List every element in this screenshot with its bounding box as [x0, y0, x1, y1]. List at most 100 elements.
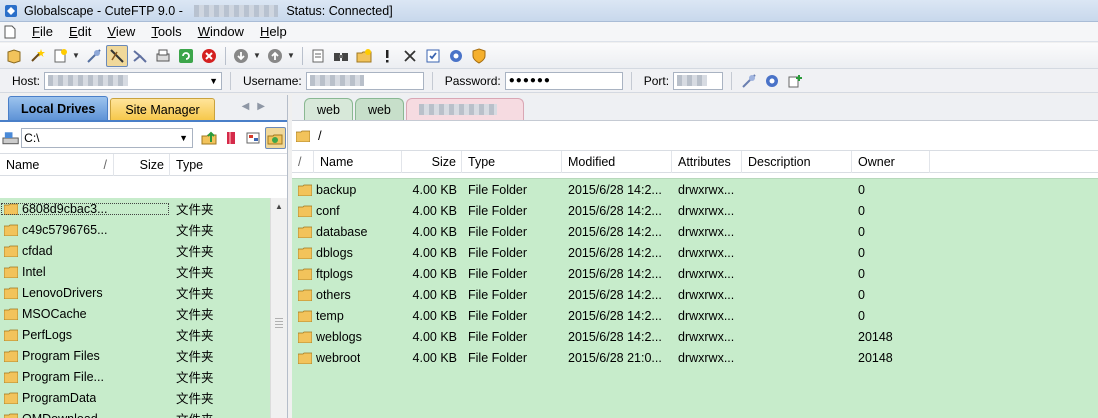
list-item[interactable]: cfdad 文件夹: [0, 240, 270, 261]
host-dropdown-arrow[interactable]: ▼: [209, 76, 218, 86]
menu-edit[interactable]: Edit: [61, 24, 99, 39]
gear-icon: [766, 74, 779, 87]
new-folder-button[interactable]: [353, 45, 375, 67]
delete-button[interactable]: [399, 45, 421, 67]
upload-dropdown-arrow[interactable]: ▼: [287, 51, 295, 60]
properties-button[interactable]: [422, 45, 444, 67]
tab-web-1[interactable]: web: [304, 98, 353, 120]
column-sort-indicator[interactable]: /: [292, 150, 314, 173]
file-type: File Folder: [468, 224, 528, 239]
up-folder-button[interactable]: [199, 127, 220, 149]
disconnect-button[interactable]: [106, 44, 128, 67]
table-row[interactable]: others 4.00 KB File Folder 2015/6/28 14:2..…: [292, 284, 1098, 305]
table-row[interactable]: weblogs 4.00 KB File Folder 2015/6/28 14:2.…: [292, 326, 1098, 347]
table-row[interactable]: database 4.00 KB File Folder 2015/6/28 14:2…: [292, 221, 1098, 242]
column-size[interactable]: Size: [114, 153, 170, 176]
column-owner[interactable]: Owner: [852, 150, 930, 173]
upload-button[interactable]: [264, 45, 286, 67]
sync-button[interactable]: [264, 126, 287, 149]
drive-dropdown-arrow[interactable]: ▼: [179, 133, 188, 143]
tab-web-2[interactable]: web: [354, 98, 404, 120]
file-name: ProgramData: [22, 390, 97, 405]
remote-tab-strip: web web: [292, 95, 1098, 121]
tab-remote-host[interactable]: [405, 98, 524, 120]
table-row[interactable]: conf 4.00 KB File Folder 2015/6/28 14:2... d…: [292, 200, 1098, 221]
remote-path-bar[interactable]: /: [292, 121, 1098, 151]
list-item[interactable]: Program File... 文件夹: [0, 366, 270, 387]
column-type[interactable]: Type: [462, 150, 562, 173]
drive-select[interactable]: C:\ ▼: [21, 127, 193, 148]
list-item[interactable]: ProgramData 文件夹: [0, 387, 270, 408]
settings-button[interactable]: [445, 45, 467, 67]
new-dropdown-arrow[interactable]: ▼: [72, 51, 80, 60]
column-modified[interactable]: Modified: [562, 150, 672, 173]
connection-settings-button[interactable]: [761, 70, 783, 92]
tab-scroll-arrows[interactable]: ◀▶: [242, 101, 273, 112]
site-manager-button[interactable]: [3, 45, 25, 67]
file-type: 文件夹: [176, 329, 214, 343]
menu-help[interactable]: Help: [252, 24, 295, 39]
menu-view[interactable]: View: [99, 24, 143, 39]
username-input[interactable]: [305, 71, 424, 90]
column-name[interactable]: Name: [314, 150, 402, 173]
table-row[interactable]: ftplogs 4.00 KB File Folder 2015/6/28 14:2.…: [292, 263, 1098, 284]
tab-site-manager[interactable]: Site Manager: [110, 98, 215, 120]
table-row[interactable]: backup 4.00 KB File Folder 2015/6/28 14:2..…: [292, 179, 1098, 200]
local-folder-button[interactable]: [243, 127, 264, 149]
stop-button[interactable]: [198, 45, 220, 67]
stop-icon: [202, 48, 216, 63]
table-row[interactable]: dblogs 4.00 KB File Folder 2015/6/28 14:2..…: [292, 242, 1098, 263]
security-button[interactable]: [468, 45, 490, 67]
scroll-up-arrow[interactable]: ▲: [271, 198, 287, 214]
bookmark-button[interactable]: [221, 127, 242, 149]
list-item[interactable]: PerfLogs 文件夹: [0, 324, 270, 345]
file-attributes: drwxrwx...: [678, 350, 735, 365]
edit-button[interactable]: [307, 45, 329, 67]
view-button[interactable]: [330, 45, 352, 67]
list-item[interactable]: c49c5796765... 文件夹: [0, 219, 270, 240]
local-vertical-scrollbar[interactable]: ▲: [270, 198, 287, 418]
list-item[interactable]: Program Files 文件夹: [0, 345, 270, 366]
quick-connect-bar: Host: ▼ Username: Password: ●●●●●● Port:: [0, 69, 1098, 93]
execute-button[interactable]: [376, 45, 398, 67]
list-item[interactable]: QMDownload 文件夹: [0, 408, 270, 418]
file-size: 4.00 KB: [412, 224, 457, 239]
column-name[interactable]: Name /: [0, 153, 114, 176]
table-row[interactable]: temp 4.00 KB File Folder 2015/6/28 14:2... d…: [292, 305, 1098, 326]
column-attributes[interactable]: Attributes: [672, 150, 742, 173]
list-item[interactable]: MSOCache 文件夹: [0, 303, 270, 324]
quick-connect-button[interactable]: [129, 45, 151, 67]
wizard-button[interactable]: [26, 45, 48, 67]
column-size[interactable]: Size: [402, 150, 462, 173]
table-row[interactable]: webroot 4.00 KB File Folder 2015/6/28 21:0.…: [292, 347, 1098, 368]
password-input[interactable]: ●●●●●●: [504, 71, 623, 90]
column-description[interactable]: Description: [742, 150, 852, 173]
new-button[interactable]: [49, 45, 71, 67]
menu-tools[interactable]: Tools: [143, 24, 189, 39]
folder-icon: [298, 352, 312, 364]
host-input[interactable]: ▼: [44, 71, 223, 90]
file-attributes: drwxrwx...: [678, 182, 735, 197]
refresh-button[interactable]: [175, 45, 197, 67]
port-input[interactable]: [673, 71, 724, 90]
separator: [230, 71, 232, 90]
menu-file[interactable]: File: [24, 24, 61, 39]
file-modified: 2015/6/28 14:2...: [568, 329, 662, 344]
list-item[interactable]: LenovoDrivers 文件夹: [0, 282, 270, 303]
list-item[interactable]: 6808d9cbac3... 文件夹: [0, 198, 270, 219]
folder-tree-button[interactable]: [152, 45, 174, 67]
tab-local-drives[interactable]: Local Drives: [8, 96, 109, 120]
add-site-button[interactable]: [784, 70, 806, 92]
file-type: 文件夹: [176, 224, 214, 238]
menu-window[interactable]: Window: [190, 24, 252, 39]
scroll-thumb-grip[interactable]: [275, 318, 283, 328]
file-type: 文件夹: [176, 308, 214, 322]
connect-button[interactable]: [83, 45, 105, 67]
download-button[interactable]: [230, 45, 252, 67]
file-modified: 2015/6/28 14:2...: [568, 203, 662, 218]
list-item[interactable]: Intel 文件夹: [0, 261, 270, 282]
download-dropdown-arrow[interactable]: ▼: [253, 51, 261, 60]
column-type[interactable]: Type: [170, 154, 268, 176]
file-owner: 0: [858, 245, 865, 260]
connect-plug-button[interactable]: [738, 70, 760, 92]
